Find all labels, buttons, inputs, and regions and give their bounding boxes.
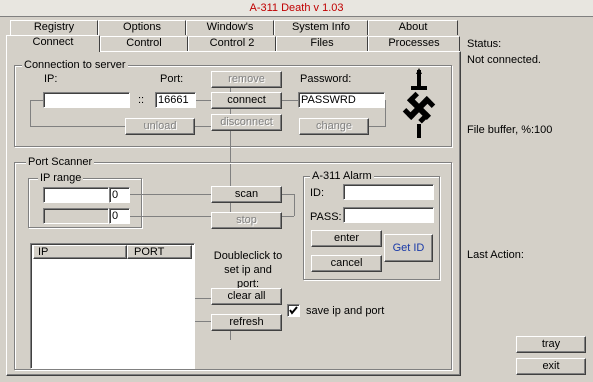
doubleclick-hint: Doubleclick to set ip and port:: [213, 250, 283, 290]
exit-button[interactable]: exit: [516, 358, 586, 375]
port-label: Port:: [160, 73, 184, 85]
connector-line: [368, 126, 386, 127]
connector-line: [30, 100, 44, 101]
connector-line: [30, 100, 31, 126]
clear-all-button[interactable]: clear all: [211, 288, 282, 305]
alarm-enter-button[interactable]: enter: [311, 230, 382, 247]
tab-processes[interactable]: Processes: [368, 36, 460, 51]
connector-line: [294, 194, 295, 216]
file-buffer-label: File buffer, %:: [467, 124, 535, 136]
tab-system-info[interactable]: System Info: [274, 20, 368, 35]
tab-about[interactable]: About: [368, 20, 458, 35]
alarm-pass-label: PASS:: [310, 211, 342, 223]
tab-windows[interactable]: Window's: [186, 20, 274, 35]
connector-line: [385, 100, 386, 126]
status-label: Status:: [467, 38, 502, 50]
connector-line: [195, 100, 211, 101]
checkmark-icon: [289, 306, 298, 315]
connector-line: [230, 330, 231, 340]
column-header-ip[interactable]: IP: [33, 245, 127, 259]
tab-control-2[interactable]: Control 2: [188, 36, 276, 51]
connector-line: [282, 194, 294, 195]
password-label: Password:: [300, 73, 352, 85]
tab-connect[interactable]: Connect: [6, 35, 100, 52]
unload-button[interactable]: unload: [125, 118, 195, 135]
save-ip-port-checkbox[interactable]: [287, 304, 300, 317]
window-title: A-311 Death v 1.03: [0, 0, 593, 17]
port-scanner-label: Port Scanner: [26, 156, 95, 168]
alarm-group-label: A-311 Alarm: [310, 170, 374, 182]
connector-line: [195, 321, 211, 322]
tray-button[interactable]: tray: [516, 336, 586, 353]
file-buffer-value: 100: [534, 124, 553, 136]
refresh-button[interactable]: refresh: [211, 314, 282, 331]
tab-registry[interactable]: Registry: [10, 20, 98, 35]
connection-group-label: Connection to server: [22, 59, 128, 71]
connect-button[interactable]: connect: [211, 92, 282, 109]
column-header-port[interactable]: PORT: [127, 245, 192, 259]
connector-line: [30, 126, 125, 127]
port-input[interactable]: 16661: [155, 92, 196, 108]
ip-port-separator: ::: [138, 94, 145, 106]
range-end-num-input[interactable]: 0: [109, 208, 130, 224]
save-ip-port-label: save ip and port: [306, 305, 385, 317]
get-id-button[interactable]: Get ID: [384, 234, 433, 262]
tab-files[interactable]: Files: [276, 36, 368, 51]
last-action-label: Last Action:: [467, 249, 524, 261]
ip-range-label: IP range: [38, 172, 84, 184]
alarm-id-input[interactable]: [343, 184, 434, 200]
tab-options[interactable]: Options: [98, 20, 186, 35]
remove-button[interactable]: remove: [211, 71, 282, 88]
disconnect-button[interactable]: disconnect: [211, 114, 282, 131]
connector-line: [282, 216, 294, 217]
scan-results-list[interactable]: [30, 243, 195, 369]
connector-line: [281, 100, 299, 101]
ip-input[interactable]: [43, 92, 130, 108]
range-start-ip-input[interactable]: [43, 187, 109, 203]
scan-button[interactable]: scan: [211, 186, 282, 203]
status-value: Not connected.: [467, 54, 541, 66]
tab-control[interactable]: Control: [100, 36, 188, 51]
alarm-pass-input[interactable]: [343, 207, 434, 223]
logo-icon: [395, 68, 445, 140]
ip-label: IP:: [44, 73, 58, 85]
change-button[interactable]: change: [299, 118, 369, 135]
connector-line: [194, 126, 211, 127]
range-start-num-input[interactable]: 0: [109, 187, 130, 203]
stop-button[interactable]: stop: [211, 212, 282, 229]
password-input[interactable]: PASSWRD: [298, 92, 385, 108]
connector-line: [195, 298, 211, 299]
alarm-id-label: ID:: [310, 187, 325, 199]
connector-line: [130, 216, 212, 217]
connector-line: [130, 194, 212, 195]
alarm-cancel-button[interactable]: cancel: [311, 255, 382, 272]
range-end-ip-input[interactable]: [43, 208, 109, 224]
